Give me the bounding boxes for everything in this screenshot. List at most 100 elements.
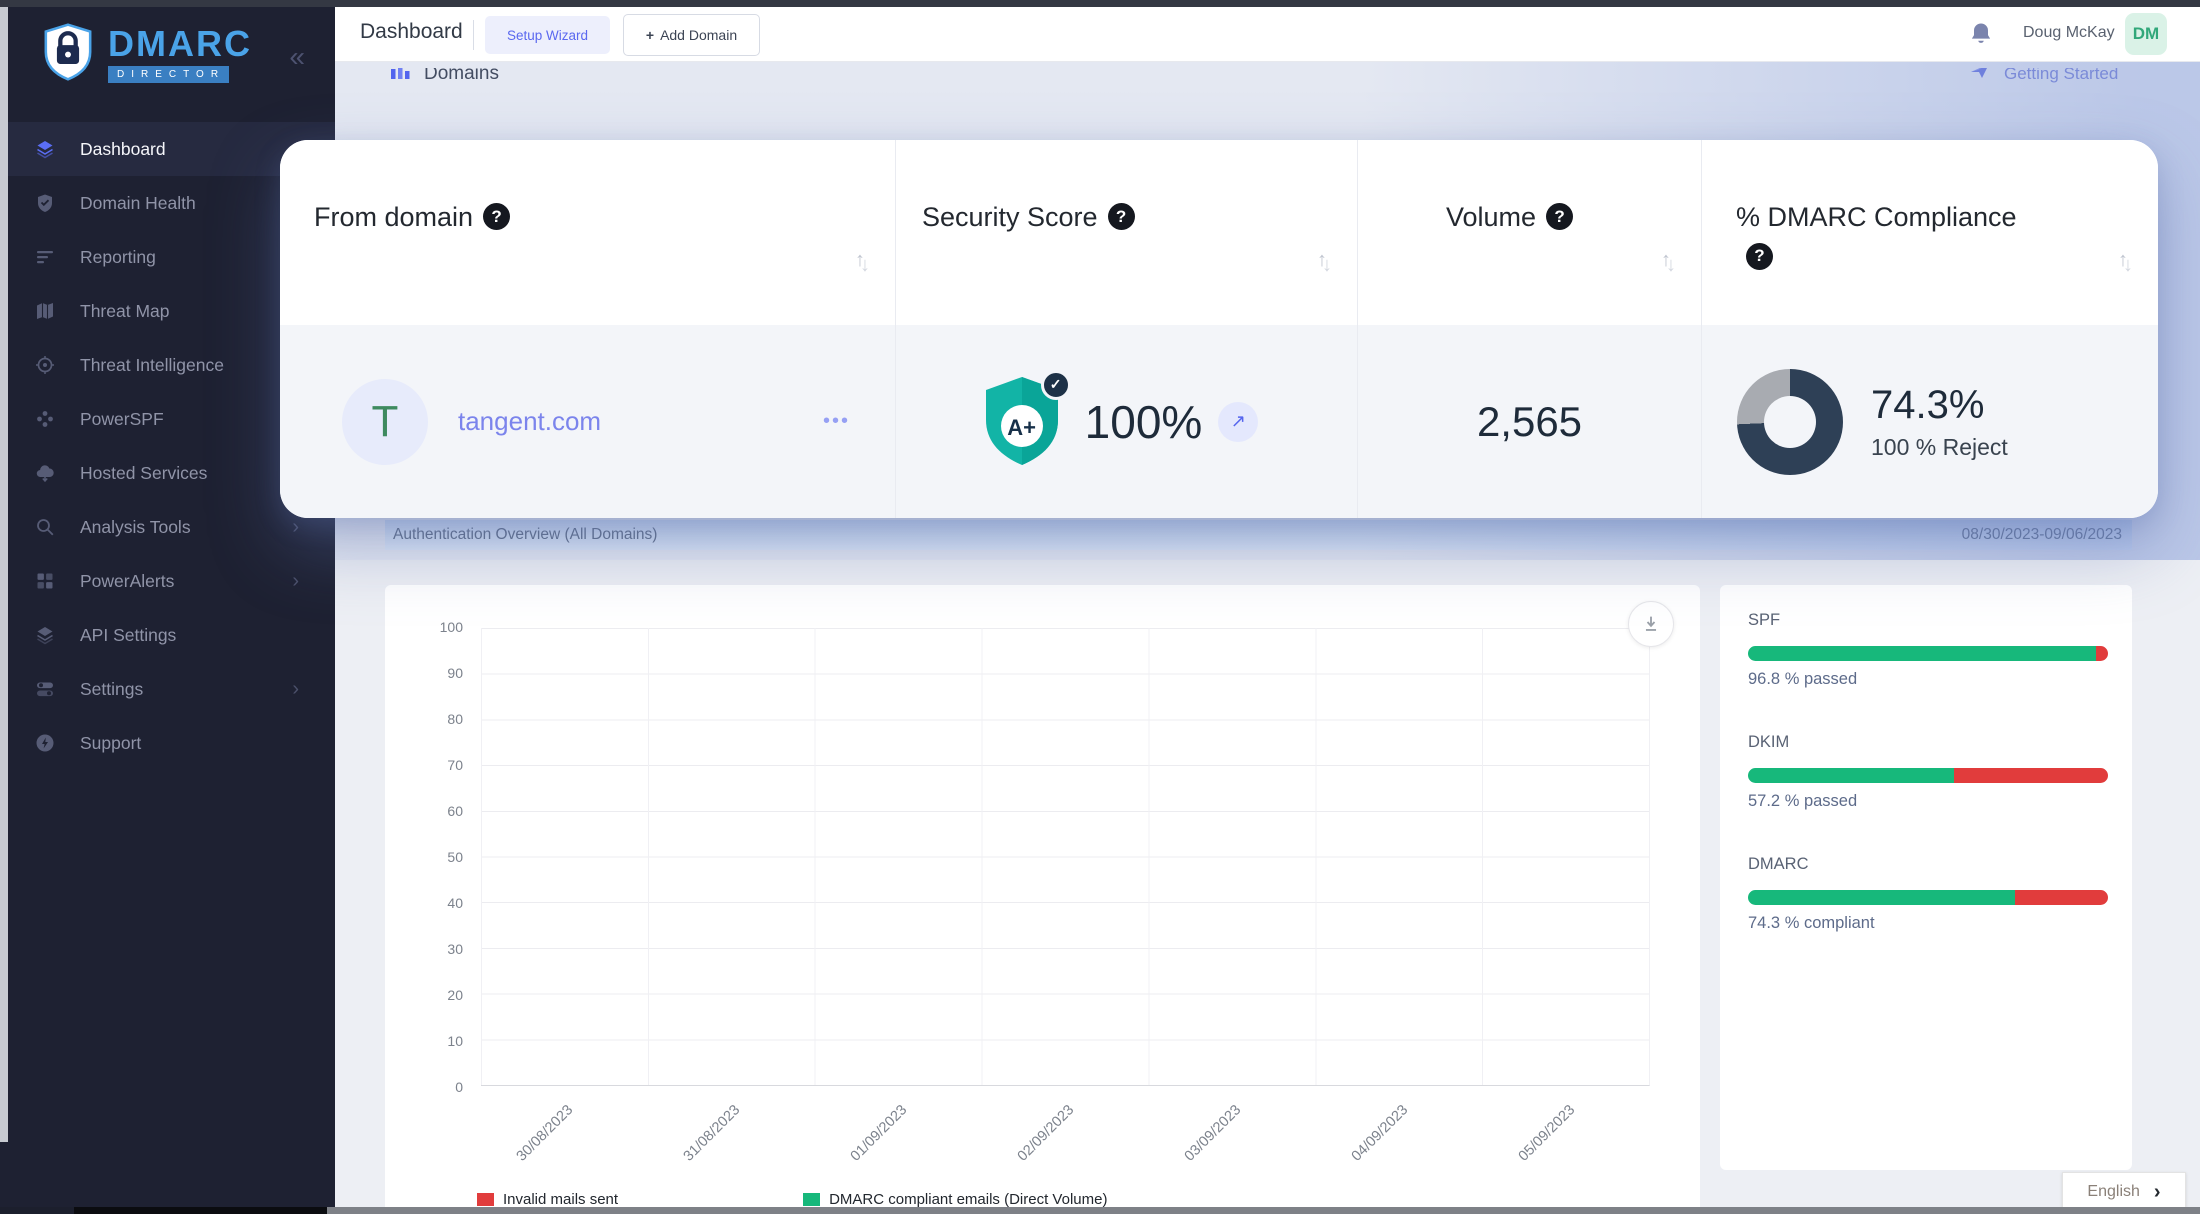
bar-chart-icon [388, 68, 412, 88]
stat-bar-pass [1748, 890, 2015, 905]
cell-dmarc-compliance: 74.3% 100 % Reject [1701, 325, 2158, 518]
y-tick-label: 80 [447, 711, 463, 727]
bolt-circle-icon [34, 732, 56, 754]
window-top-edge [0, 0, 2200, 7]
stat-label: DMARC [1748, 855, 2106, 874]
sort-icon[interactable]: ↑↓ [2118, 246, 2130, 275]
y-tick-label: 30 [447, 941, 463, 957]
sort-icon[interactable]: ↑↓ [1661, 246, 1673, 275]
sidebar-item-label: Dashboard [80, 139, 166, 160]
stat-caption: 74.3 % compliant [1748, 914, 2106, 933]
layers-icon [34, 138, 56, 160]
chevron-right-icon: › [292, 516, 299, 539]
sidebar-item-label: Support [80, 733, 141, 754]
add-domain-button[interactable]: +Add Domain [623, 14, 760, 56]
sidebar-item-support[interactable]: Support [0, 716, 335, 770]
x-tick-label: 05/09/2023 [1460, 1102, 1577, 1214]
legend-swatch [477, 1193, 494, 1206]
sidebar-item-poweralerts[interactable]: PowerAlerts› [0, 554, 335, 608]
logo: DMARC DIRECTOR « [0, 7, 335, 86]
avatar[interactable]: DM [2125, 13, 2167, 55]
topbar-divider [473, 20, 474, 50]
user-name: Doug McKay [2023, 24, 2115, 42]
x-tick-label: 04/09/2023 [1293, 1102, 1410, 1214]
compliance-percent: 74.3% [1871, 383, 2008, 428]
target-icon [34, 354, 56, 376]
domain-avatar: T [342, 379, 428, 465]
auth-overview-header: Authentication Overview (All Domains) 08… [385, 520, 2132, 550]
table-row: T tangent.com ••• A+ ✓ 100% ↗ 2,565 74.3… [280, 325, 2158, 518]
bottom-edge-dark [74, 1207, 327, 1214]
cloud-icon [34, 462, 56, 484]
shield-check-icon [34, 192, 56, 214]
y-tick-label: 10 [447, 1033, 463, 1049]
auth-stats-card: SPF96.8 % passedDKIM57.2 % passedDMARC74… [1720, 585, 2132, 1170]
row-menu-icon[interactable]: ••• [823, 410, 850, 433]
domain-link[interactable]: tangent.com [458, 406, 601, 437]
sidebar-collapse-icon[interactable]: « [289, 43, 305, 71]
legend-label: Invalid mails sent [503, 1191, 618, 1208]
setup-wizard-button[interactable]: Setup Wizard [485, 16, 610, 54]
y-tick-label: 60 [447, 803, 463, 819]
legend-item: Invalid mails sent [477, 1191, 618, 1208]
page-title: Dashboard [360, 20, 463, 44]
column-header-security-score: Security Score? ↑↓ [895, 140, 1357, 325]
stat-bar-pass [1748, 646, 2096, 661]
column-label: % DMARC Compliance [1736, 202, 2017, 232]
legend-label: DMARC compliant emails (Direct Volume) [829, 1191, 1107, 1208]
auth-overview-date-range: 08/30/2023-09/06/2023 [1962, 526, 2122, 544]
table-header-row: From domain?↑↓Security Score?↑↓Volume?↑↓… [280, 140, 2158, 325]
help-icon[interactable]: ? [1546, 203, 1573, 230]
stat-bar-pass [1748, 768, 1954, 783]
grade-shield-icon: A+ ✓ [981, 374, 1063, 470]
chart-x-axis: 30/08/202331/08/202301/09/202302/09/2023… [481, 1086, 1650, 1194]
sidebar-item-label: Threat Map [80, 301, 169, 322]
layers-icon [34, 624, 56, 646]
sort-icon[interactable]: ↑↓ [855, 246, 867, 275]
bottom-scrollbar[interactable] [327, 1207, 2200, 1214]
stat-dmarc: DMARC 74.3 % compliant [1748, 855, 2106, 933]
column-label: Security Score [922, 202, 1098, 232]
y-tick-label: 50 [447, 849, 463, 865]
map-icon [34, 300, 56, 322]
sort-icon[interactable]: ↑↓ [1317, 246, 1329, 275]
y-tick-label: 20 [447, 987, 463, 1003]
y-tick-label: 90 [447, 665, 463, 681]
sidebar-item-settings[interactable]: Settings › [0, 662, 335, 716]
help-icon[interactable]: ? [1108, 203, 1135, 230]
logo-text: DMARC DIRECTOR [108, 26, 252, 83]
y-tick-label: 100 [440, 619, 463, 635]
sidebar-item-api-settings[interactable]: API Settings [0, 608, 335, 662]
security-score-value: 100% [1085, 395, 1203, 449]
add-domain-label: Add Domain [660, 27, 737, 43]
auth-overview-title: Authentication Overview (All Domains) [393, 526, 657, 544]
help-icon[interactable]: ? [483, 203, 510, 230]
stat-spf: SPF96.8 % passed [1748, 611, 2106, 689]
y-tick-label: 70 [447, 757, 463, 773]
chevron-right-icon: › [292, 570, 299, 593]
stat-caption: 96.8 % passed [1748, 670, 2106, 689]
sidebar-scrollbar[interactable] [0, 7, 8, 1142]
chart-y-axis: 1009080706050403020100 [401, 619, 463, 1095]
topbar: Dashboard Setup Wizard +Add Domain Doug … [335, 7, 2200, 62]
legend-item: DMARC compliant emails (Direct Volume) [803, 1191, 1107, 1208]
sidebar-item-label: Settings [80, 679, 143, 700]
language-selector[interactable]: English › [2062, 1172, 2186, 1212]
chevron-right-icon: › [2154, 1182, 2161, 1202]
open-score-button[interactable]: ↗ [1218, 402, 1258, 442]
sidebar-item-label: Reporting [80, 247, 156, 268]
help-icon[interactable]: ? [1746, 243, 1773, 270]
stat-progress-bar [1748, 890, 2108, 905]
sidebar-item-label: Threat Intelligence [80, 355, 224, 376]
auth-overview-chart-card: 1009080706050403020100 30/08/202331/08/2… [385, 585, 1700, 1214]
domains-title: Domains [424, 68, 499, 85]
chart-download-button[interactable] [1628, 601, 1674, 647]
stat-progress-bar [1748, 768, 2108, 783]
chevron-right-icon: › [292, 678, 299, 701]
getting-started-link[interactable]: Getting Started [1968, 68, 2158, 98]
compliance-info: 74.3% 100 % Reject [1871, 383, 2008, 461]
toggles-icon [34, 678, 56, 700]
cell-volume: 2,565 [1357, 325, 1701, 518]
compliance-policy: 100 % Reject [1871, 434, 2008, 461]
bell-icon[interactable] [1967, 20, 1995, 48]
